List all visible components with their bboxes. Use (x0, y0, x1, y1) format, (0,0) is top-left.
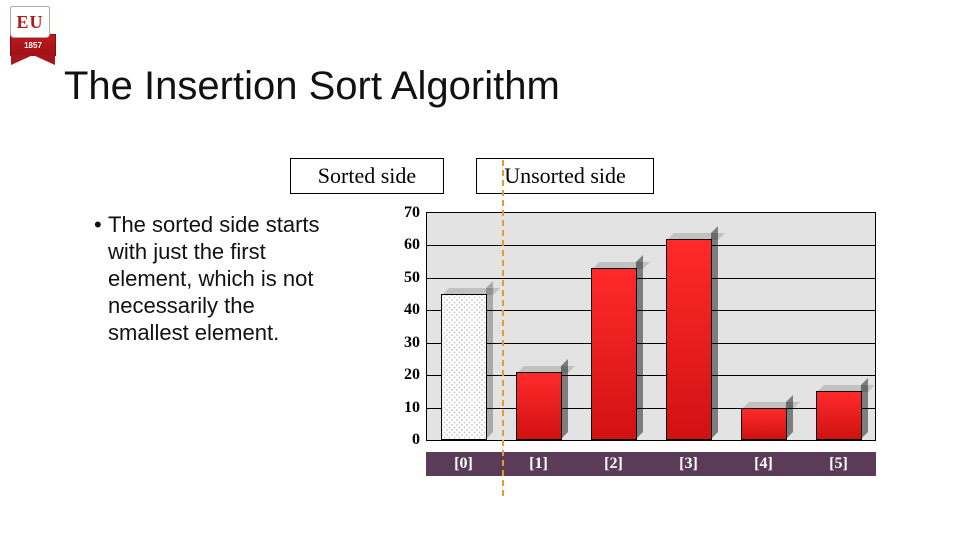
ytick-40: 40 (360, 301, 420, 319)
bullet-text-block: • The sorted side starts with just the f… (108, 211, 338, 346)
xcat-2: [2] (576, 452, 651, 476)
eu-logo-year: 1857 (24, 41, 42, 50)
chart: 70 60 50 40 30 20 10 0 [0] [1] [2] [3] [… (360, 212, 900, 492)
xcat-4: [4] (726, 452, 801, 476)
bar-1 (516, 372, 562, 440)
bar-5 (816, 391, 862, 440)
ytick-60: 60 (360, 236, 420, 254)
ytick-20: 20 (360, 366, 420, 384)
xcat-0: [0] (426, 452, 501, 476)
bar-3 (666, 239, 712, 440)
slide-title: The Insertion Sort Algorithm (64, 64, 560, 109)
ytick-10: 10 (360, 399, 420, 417)
ytick-50: 50 (360, 269, 420, 287)
bullet-dot: • (94, 211, 102, 238)
bullet-text: The sorted side starts with just the fir… (108, 212, 320, 345)
eu-logo-shield: EU (10, 6, 50, 38)
sorted-unsorted-divider (502, 160, 504, 496)
xcat-3: [3] (651, 452, 726, 476)
eu-logo: EU 1857 (10, 6, 54, 56)
ytick-30: 30 (360, 334, 420, 352)
bar-0 (441, 294, 487, 440)
bar-4 (741, 408, 787, 440)
ytick-0: 0 (360, 431, 420, 449)
xaxis: [0] [1] [2] [3] [4] [5] (426, 452, 876, 476)
legend-sorted: Sorted side (290, 158, 444, 194)
ytick-70: 70 (360, 204, 420, 222)
xcat-1: [1] (501, 452, 576, 476)
bar-2 (591, 268, 637, 440)
eu-logo-text: EU (16, 12, 43, 33)
bars-layer (426, 212, 876, 441)
xcat-5: [5] (801, 452, 876, 476)
